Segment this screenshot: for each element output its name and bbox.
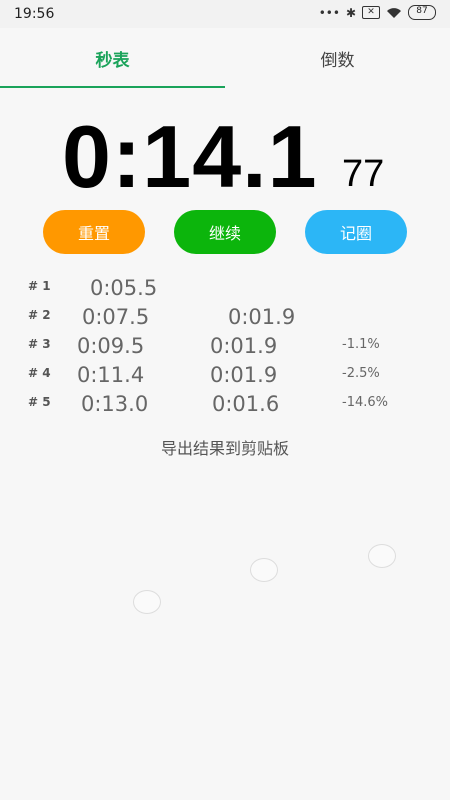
lap-index: # 2 <box>28 308 51 322</box>
reset-button[interactable]: 重置 <box>43 210 145 254</box>
timer-display: 0:14.1 77 <box>0 112 450 202</box>
lap-total: 0:05.5 <box>90 276 158 300</box>
continue-button[interactable]: 继续 <box>174 210 276 254</box>
no-sim-icon: ✕ <box>362 6 380 19</box>
lap-row: # 3 0:09.5 0:01.9 -1.1% <box>0 332 450 360</box>
battery-icon: 87 <box>408 5 436 20</box>
lap-index: # 1 <box>28 279 51 293</box>
decorative-bubble <box>133 590 161 614</box>
lap-button[interactable]: 记圈 <box>305 210 407 254</box>
status-icons: ••• ✱ ✕ 87 <box>319 5 436 20</box>
lap-total: 0:09.5 <box>77 334 145 358</box>
lap-row: # 2 0:07.5 0:01.9 <box>0 303 450 331</box>
lap-split: 0:01.9 <box>210 363 278 387</box>
decorative-bubble <box>250 558 278 582</box>
lap-diff: -2.5% <box>342 366 380 381</box>
tab-countdown[interactable]: 倒数 <box>225 28 450 88</box>
more-dots-icon: ••• <box>318 5 340 20</box>
status-bar: 19:56 ••• ✱ ✕ 87 <box>0 0 450 28</box>
bluetooth-icon: ✱ <box>345 5 356 20</box>
timer-milliseconds: 77 <box>342 153 385 195</box>
lap-index: # 5 <box>28 395 51 409</box>
lap-diff: -1.1% <box>342 337 380 352</box>
timer-main-value: 0:14.1 <box>62 107 318 206</box>
export-to-clipboard-button[interactable]: 导出结果到剪贴板 <box>0 435 450 459</box>
tab-stopwatch[interactable]: 秒表 <box>0 28 225 88</box>
tab-indicator <box>0 86 225 88</box>
lap-total: 0:07.5 <box>82 305 150 329</box>
lap-diff: -14.6% <box>342 395 388 410</box>
lap-total: 0:13.0 <box>81 392 149 416</box>
lap-row: # 5 0:13.0 0:01.6 -14.6% <box>0 390 450 418</box>
lap-row: # 1 0:05.5 <box>0 274 450 302</box>
wifi-icon <box>386 7 402 19</box>
lap-split: 0:01.9 <box>228 305 296 329</box>
tab-bar: 秒表 倒数 <box>0 28 450 88</box>
lap-split: 0:01.9 <box>210 334 278 358</box>
decorative-bubble <box>368 544 396 568</box>
lap-split: 0:01.6 <box>212 392 280 416</box>
lap-index: # 4 <box>28 366 51 380</box>
lap-row: # 4 0:11.4 0:01.9 -2.5% <box>0 361 450 389</box>
lap-index: # 3 <box>28 337 51 351</box>
status-time: 19:56 <box>14 6 55 22</box>
lap-total: 0:11.4 <box>77 363 145 387</box>
